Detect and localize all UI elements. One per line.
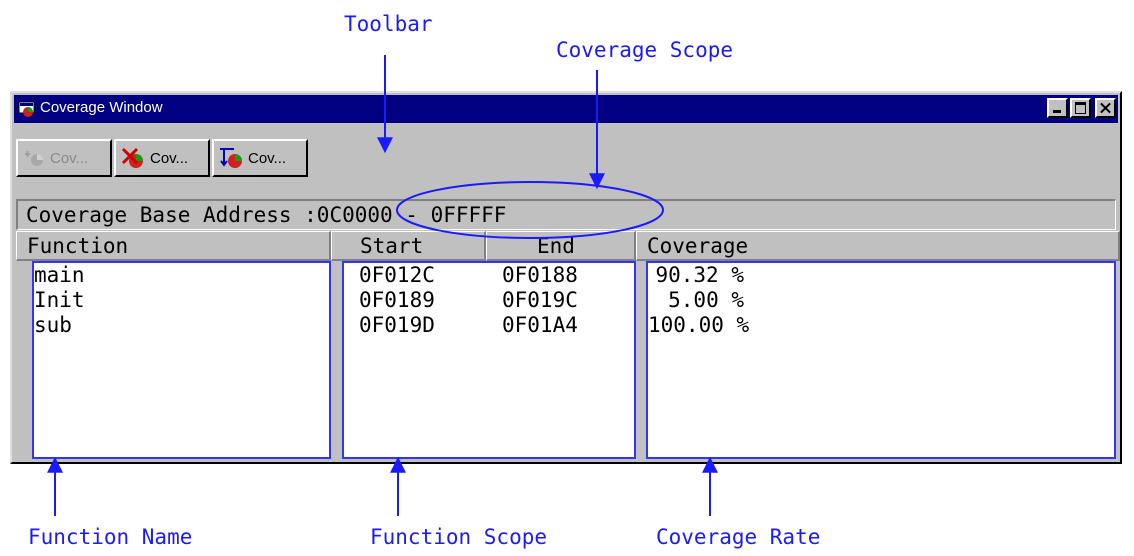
start-address: 0F012C: [359, 263, 435, 287]
base-address-range: 0C0000 - 0FFFFF: [316, 203, 507, 227]
end-address: 0F01A4: [502, 313, 578, 337]
coverage-clear-label: Cov...: [150, 149, 189, 167]
end-address: 0F0188: [502, 263, 578, 287]
column-function[interactable]: Function: [16, 231, 331, 261]
annotation-function-scope: Function Scope: [370, 525, 548, 549]
coverage-set-label: Cov...: [248, 149, 287, 167]
toolbar: Cov... Cov... Cov...: [16, 139, 308, 179]
list-item[interactable]: main: [34, 263, 329, 288]
function-scope-pane[interactable]: 0F012C 0F0188 0F0189 0F019C 0F019D 0F01A4: [342, 261, 636, 459]
start-address: 0F019D: [359, 313, 435, 337]
list-item[interactable]: 90.32 %: [648, 263, 1114, 288]
coverage-rate-pane[interactable]: 90.32 % 5.00 % 100.00 %: [646, 261, 1116, 459]
column-header: Function Start End Coverage: [16, 231, 1120, 261]
coverage-clear-button[interactable]: Cov...: [114, 139, 210, 177]
annotation-coverage-scope: Coverage Scope: [556, 38, 734, 62]
list-item[interactable]: 0F012C 0F0188: [344, 263, 634, 288]
coverage-add-button[interactable]: Cov...: [16, 139, 112, 177]
coverage-app-icon: [18, 101, 35, 117]
annotation-toolbar: Toolbar: [344, 12, 433, 36]
coverage-base-address-bar: Coverage Base Address :0C0000 - 0FFFFF: [16, 199, 1116, 230]
annotation-function-name: Function Name: [28, 525, 193, 549]
list-item[interactable]: sub: [34, 313, 329, 338]
coverage-panes: main Init sub 0F012C 0F0188 0F0189 0F019C …: [16, 261, 1116, 459]
column-start[interactable]: Start: [331, 231, 486, 261]
coverage-set-icon: [220, 148, 242, 168]
coverage-window: Coverage Window Cov... Cov... Cov... Cov…: [10, 91, 1122, 464]
coverage-value: 5.00 %: [668, 288, 744, 312]
start-address: 0F0189: [359, 288, 435, 312]
minimize-icon[interactable]: [1047, 98, 1068, 118]
base-address-label: Coverage Base Address :: [26, 203, 317, 227]
window-title: Coverage Window: [40, 99, 163, 116]
list-item[interactable]: 100.00 %: [648, 313, 1114, 338]
list-item[interactable]: 5.00 %: [648, 288, 1114, 313]
coverage-clear-icon: [121, 147, 143, 168]
title-bar[interactable]: Coverage Window: [14, 95, 1118, 123]
column-end[interactable]: End: [486, 231, 636, 261]
annotation-coverage-rate: Coverage Rate: [656, 525, 821, 549]
coverage-value: 100.00 %: [648, 313, 750, 337]
function-name-pane[interactable]: main Init sub: [32, 261, 331, 459]
coverage-add-label: Cov...: [50, 149, 89, 167]
coverage-add-icon: [25, 151, 43, 166]
coverage-set-button[interactable]: Cov...: [212, 139, 308, 177]
close-icon[interactable]: [1095, 98, 1116, 118]
list-item[interactable]: Init: [34, 288, 329, 313]
end-address: 0F019C: [502, 288, 578, 312]
list-item[interactable]: 0F019D 0F01A4: [344, 313, 634, 338]
list-item[interactable]: 0F0189 0F019C: [344, 288, 634, 313]
coverage-value: 90.32 %: [655, 263, 744, 287]
maximize-icon[interactable]: [1070, 98, 1091, 118]
column-coverage[interactable]: Coverage: [636, 231, 1120, 261]
